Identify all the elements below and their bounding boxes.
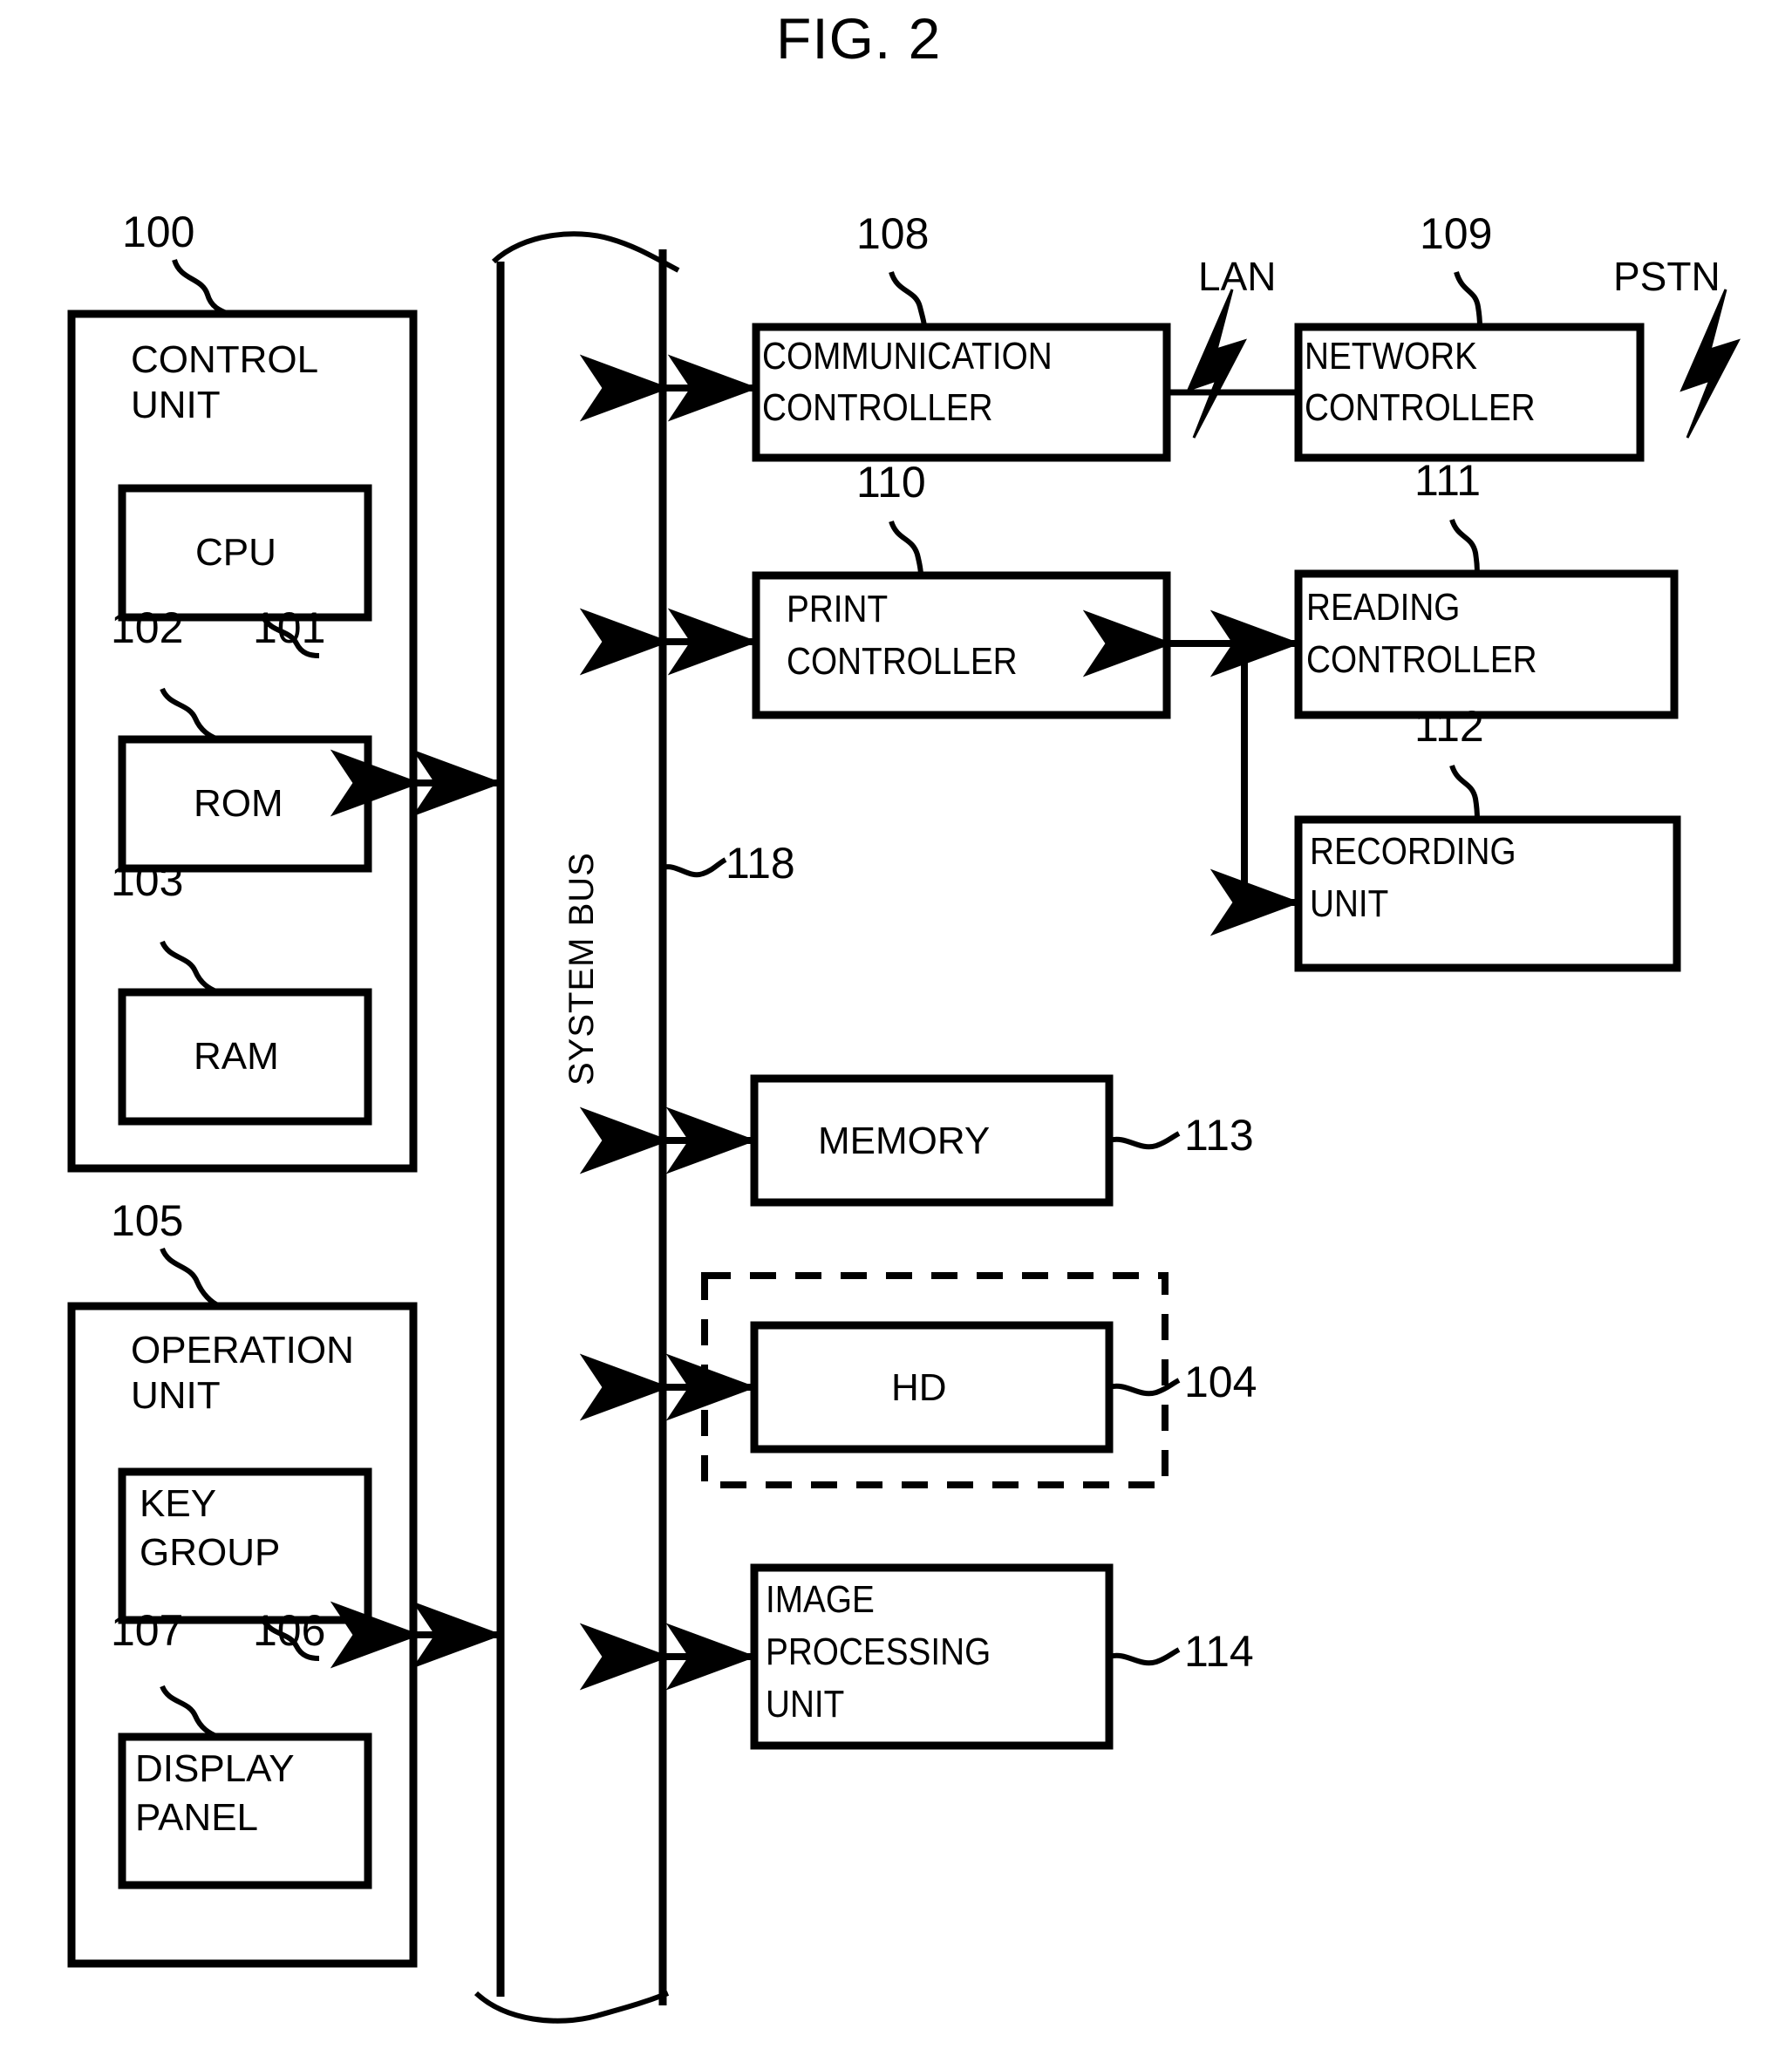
ref-108: 108 (856, 209, 930, 258)
pstn-label: PSTN (1613, 254, 1720, 299)
ref-106: 106 (253, 1606, 326, 1655)
ref-102: 102 (111, 603, 184, 652)
figure-canvas: FIG. 2 100 CONTROL UNIT CPU 101 102 ROM … (0, 0, 1792, 2049)
ref-118: 118 (726, 839, 795, 888)
block-network-controller-line1: NETWORK (1305, 335, 1477, 378)
block-image-processing-unit-line3: UNIT (766, 1683, 845, 1726)
block-reading-controller-line2: CONTROLLER (1306, 638, 1537, 681)
ref-107: 107 (111, 1606, 184, 1655)
block-cpu-label: CPU (195, 531, 276, 574)
block-recording-unit-line2: UNIT (1310, 882, 1389, 925)
block-memory-label: MEMORY (818, 1120, 991, 1162)
ref-104: 104 (1184, 1358, 1257, 1406)
block-recording-unit-line1: RECORDING (1310, 830, 1516, 873)
control-unit-title-line1: CONTROL (131, 338, 319, 381)
lan-label: LAN (1198, 254, 1277, 299)
block-reading-controller-line1: READING (1306, 586, 1461, 629)
ref-103: 103 (111, 856, 184, 905)
block-hd-label: HD (891, 1366, 947, 1409)
diagram-vector-layer (67, 231, 1741, 2024)
operation-unit-title-line1: OPERATION (131, 1329, 354, 1372)
block-communication-controller-line2: CONTROLLER (762, 386, 993, 429)
control-unit-title-line2: UNIT (131, 384, 221, 426)
ref-113: 113 (1184, 1111, 1254, 1160)
block-rom-label: ROM (194, 782, 283, 825)
ref-110: 110 (856, 458, 926, 507)
operation-unit-title-line2: UNIT (131, 1374, 221, 1417)
ref-111: 111 (1414, 456, 1482, 505)
block-key-group-line2: GROUP (140, 1531, 281, 1574)
ref-105: 105 (111, 1196, 184, 1245)
block-image-processing-unit-line1: IMAGE (766, 1578, 875, 1621)
block-print-controller-line2: CONTROLLER (787, 640, 1018, 683)
block-network-controller-line2: CONTROLLER (1305, 386, 1536, 429)
ref-114: 114 (1184, 1627, 1254, 1676)
block-display-panel-line2: PANEL (135, 1796, 259, 1839)
system-bus-label: SYSTEM BUS (562, 852, 601, 1086)
ref-112: 112 (1414, 702, 1484, 751)
ref-101: 101 (253, 603, 326, 652)
block-key-group-line1: KEY (140, 1482, 217, 1525)
block-ram-label: RAM (194, 1035, 279, 1078)
ref-109: 109 (1420, 209, 1493, 258)
block-communication-controller-line1: COMMUNICATION (762, 335, 1053, 378)
block-print-controller-line1: PRINT (787, 588, 889, 630)
block-display-panel-line1: DISPLAY (135, 1747, 295, 1790)
block-image-processing-unit-line2: PROCESSING (766, 1630, 991, 1673)
ref-100: 100 (122, 208, 195, 256)
